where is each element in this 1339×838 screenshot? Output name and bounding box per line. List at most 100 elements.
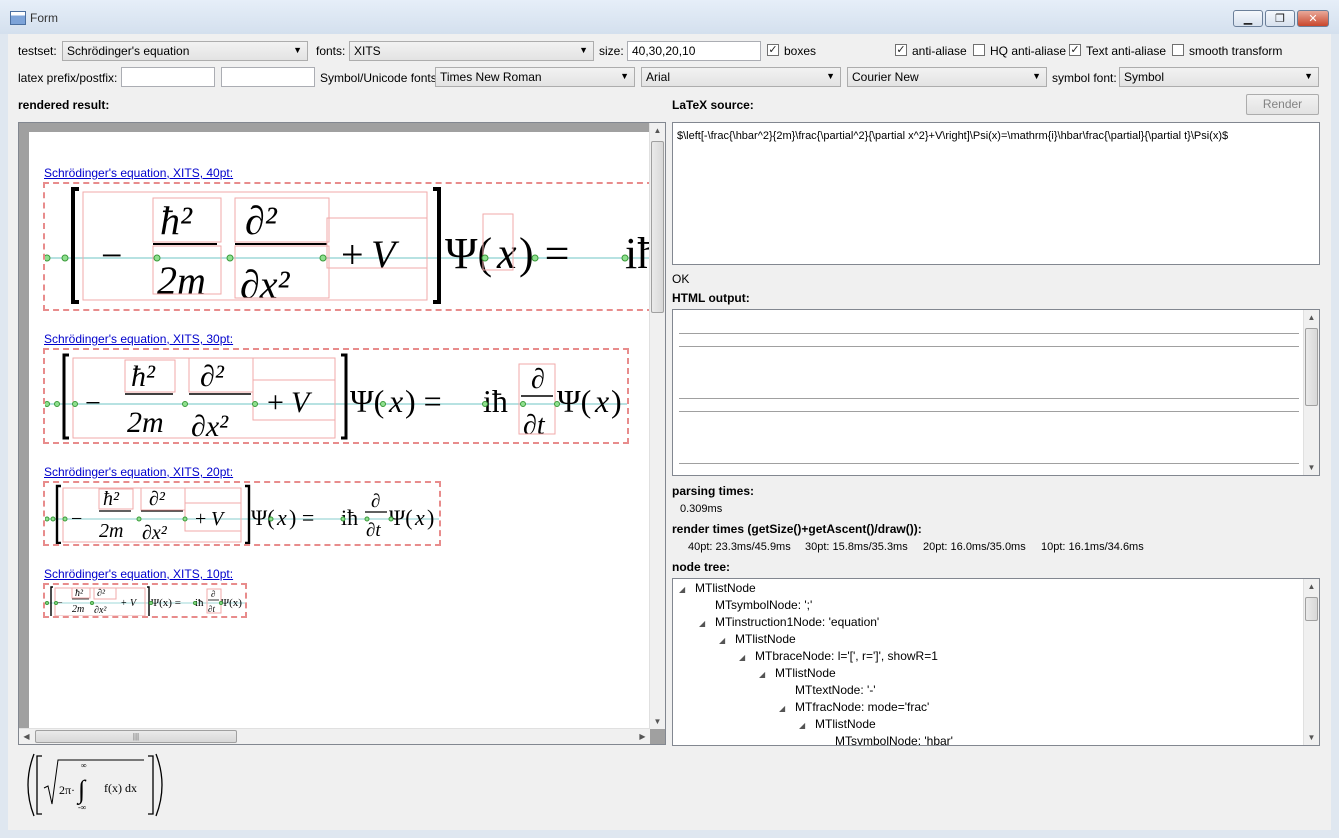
equation-render-20pt: − ħ² 2m ∂² ∂x² + V Ψ( x ) = iħ ∂ ∂t Ψ( x…: [43, 481, 441, 546]
chevron-down-icon: ▼: [826, 71, 835, 81]
horizontal-scroll-thumb[interactable]: |||: [35, 730, 237, 743]
scroll-up-icon[interactable]: ▲: [1304, 310, 1319, 325]
scroll-thumb[interactable]: [651, 141, 664, 313]
text-antialiase-checkbox[interactable]: ✓: [1069, 44, 1081, 56]
scroll-left-icon[interactable]: ◀: [19, 729, 34, 744]
scroll-up-icon[interactable]: ▲: [1304, 579, 1319, 594]
tree-node[interactable]: MTlistNode: [735, 632, 796, 646]
rendered-result-panel[interactable]: Schrödinger's equation, XITS, 40pt: − ħ²…: [18, 122, 666, 745]
render-button[interactable]: Render: [1246, 94, 1319, 115]
svg-text:x: x: [414, 505, 425, 530]
tree-expand-icon[interactable]: ◢: [679, 585, 685, 594]
scroll-thumb[interactable]: [1305, 597, 1318, 621]
render-horizontal-scrollbar[interactable]: ◀ ||| ▶: [19, 728, 650, 744]
symbol-font-combo[interactable]: Symbol ▼: [1119, 67, 1319, 87]
svg-text:2m: 2m: [72, 604, 84, 615]
svg-text:iħ: iħ: [625, 229, 649, 278]
html-output-scrollbar[interactable]: ▲ ▼: [1303, 310, 1319, 475]
svg-text:−: −: [85, 388, 101, 419]
hq-antialiase-label: HQ anti-aliase: [990, 44, 1067, 58]
tree-node[interactable]: MTsymbolNode: ';': [715, 598, 812, 612]
svg-text:Ψ(x): Ψ(x): [221, 597, 242, 609]
fonts-value: XITS: [354, 44, 381, 58]
latex-source-heading: LaTeX source:: [672, 98, 754, 112]
tree-expand-icon[interactable]: ◢: [739, 653, 745, 662]
scroll-down-icon[interactable]: ▼: [1304, 460, 1319, 475]
svg-text:+: +: [267, 386, 284, 419]
chevron-down-icon: ▼: [620, 71, 629, 81]
latex-prefix-input[interactable]: [121, 67, 215, 87]
tree-node[interactable]: MTfracNode: mode='frac': [795, 700, 929, 714]
render-caption-30pt[interactable]: Schrödinger's equation, XITS, 30pt:: [44, 332, 233, 346]
tree-expand-icon[interactable]: ◢: [699, 619, 705, 628]
symbol-unicode-fonts-label: Symbol/Unicode fonts:: [320, 71, 441, 85]
antialiase-checkbox[interactable]: ✓: [895, 44, 907, 56]
restore-icon: ❐: [1275, 13, 1285, 25]
scroll-right-icon[interactable]: ▶: [635, 729, 650, 744]
testset-value: Schrödinger's equation: [67, 44, 190, 58]
tree-node[interactable]: MTlistNode: [775, 666, 836, 680]
tree-node[interactable]: MTtextNode: '-': [795, 683, 876, 697]
scroll-up-icon[interactable]: ▲: [650, 123, 665, 138]
latex-source-editor[interactable]: $\left[-\frac{\hbar^2}{2m}\frac{\partial…: [672, 122, 1320, 265]
render-canvas: Schrödinger's equation, XITS, 40pt: − ħ²…: [29, 132, 649, 730]
svg-text:) =: ) =: [519, 229, 569, 278]
tree-node[interactable]: MTbraceNode: l='[', r=']', showR=1: [755, 649, 938, 663]
tree-node[interactable]: MTinstruction1Node: 'equation': [715, 615, 879, 629]
latex-source-text: $\left[-\frac{\hbar^2}{2m}\frac{\partial…: [677, 130, 1229, 142]
tree-node[interactable]: MTlistNode: [815, 717, 876, 731]
tree-expand-icon[interactable]: ◢: [799, 721, 805, 730]
html-output-rule: [679, 463, 1299, 464]
mono-font-combo[interactable]: Courier New ▼: [847, 67, 1047, 87]
latex-postfix-input[interactable]: [221, 67, 315, 87]
svg-text:∂x²: ∂x²: [240, 262, 291, 307]
sans-font-value: Arial: [646, 70, 671, 84]
tree-node[interactable]: MTlistNode: [695, 581, 756, 595]
svg-text:ħ²: ħ²: [131, 360, 156, 393]
symbol-font-value: Symbol: [1124, 70, 1165, 84]
render-vertical-scrollbar[interactable]: ▲ ▼: [649, 123, 665, 729]
scroll-thumb[interactable]: [1305, 328, 1318, 406]
html-output-rule: [679, 333, 1299, 334]
scroll-down-icon[interactable]: ▼: [1304, 730, 1319, 745]
sans-font-combo[interactable]: Arial ▼: [641, 67, 841, 87]
render-caption-10pt[interactable]: Schrödinger's equation, XITS, 10pt:: [44, 567, 233, 581]
size-input[interactable]: 40,30,20,10: [627, 41, 761, 61]
render-caption-40pt[interactable]: Schrödinger's equation, XITS, 40pt:: [44, 166, 233, 180]
html-output-heading: HTML output:: [672, 291, 750, 305]
parsing-times-heading: parsing times:: [672, 484, 755, 498]
svg-text:): ): [611, 383, 622, 419]
node-tree-scrollbar[interactable]: ▲ ▼: [1303, 579, 1319, 745]
checkmark-icon: ✓: [1070, 44, 1080, 56]
testset-combo[interactable]: Schrödinger's equation ▼: [62, 41, 308, 61]
minimize-button[interactable]: ▁: [1233, 10, 1263, 27]
svg-text:V: V: [371, 232, 400, 277]
svg-text:) =: ) =: [289, 505, 314, 530]
integral-lower-limit: -∞: [78, 803, 87, 812]
render-caption-20pt[interactable]: Schrödinger's equation, XITS, 20pt:: [44, 465, 233, 479]
tree-expand-icon[interactable]: ◢: [759, 670, 765, 679]
minimize-icon: ▁: [1243, 13, 1253, 25]
chevron-down-icon: ▼: [1032, 71, 1041, 81]
equation-render-30pt: − ħ² 2m ∂² ∂x² + V Ψ( x ) = iħ ∂ ∂t Ψ( x…: [43, 348, 629, 444]
html-output-rule: [679, 346, 1299, 347]
tree-expand-icon[interactable]: ◢: [779, 704, 785, 713]
svg-text:V: V: [291, 386, 313, 419]
tree-expand-icon[interactable]: ◢: [719, 636, 725, 645]
tree-node[interactable]: MTsymbolNode: 'hbar': [835, 734, 953, 745]
scroll-down-icon[interactable]: ▼: [650, 714, 665, 729]
parse-status: OK: [672, 272, 690, 286]
maximize-button[interactable]: ❐: [1265, 10, 1295, 27]
node-tree-panel[interactable]: ◢ MTlistNode MTsymbolNode: ';' ◢ MTinstructi…: [672, 578, 1320, 746]
smooth-transform-checkbox[interactable]: [1172, 44, 1184, 56]
fonts-combo[interactable]: XITS ▼: [349, 41, 594, 61]
boxes-checkbox[interactable]: ✓: [767, 44, 779, 56]
html-output-panel[interactable]: ▲ ▼: [672, 309, 1320, 476]
svg-text:+: +: [121, 598, 127, 609]
parsing-time-value: 0.309ms: [680, 503, 723, 515]
roman-font-combo[interactable]: Times New Roman ▼: [435, 67, 635, 87]
hq-antialiase-checkbox[interactable]: [973, 44, 985, 56]
svg-text:iħ: iħ: [483, 383, 508, 419]
svg-text:∂t: ∂t: [366, 520, 381, 541]
close-button[interactable]: ✕: [1297, 10, 1329, 27]
